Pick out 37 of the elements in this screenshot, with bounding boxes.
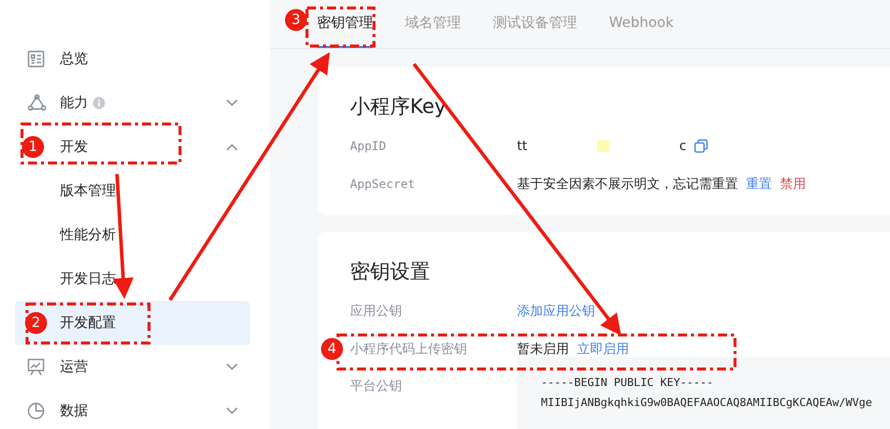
action-link[interactable]: 重置 bbox=[746, 175, 772, 193]
nav-item[interactable]: 开发日志 bbox=[60, 270, 116, 288]
field-label: AppID bbox=[350, 139, 388, 153]
field-label: 应用公钥 bbox=[350, 303, 403, 320]
action-link[interactable]: 添加应用公钥 bbox=[517, 302, 595, 320]
nav-item[interactable]: 运营 bbox=[60, 358, 88, 376]
nav-item[interactable]: 版本管理 bbox=[60, 182, 116, 200]
field-label: 小程序代码上传密钥 bbox=[350, 341, 468, 358]
chevron-icon[interactable] bbox=[226, 143, 238, 151]
field-label: AppSecret bbox=[350, 177, 416, 191]
pie-chart-icon bbox=[27, 402, 45, 420]
tab[interactable]: 密钥管理 bbox=[317, 0, 373, 48]
nav-item[interactable]: 能力 bbox=[60, 94, 88, 112]
list-icon bbox=[27, 50, 45, 68]
network-icon bbox=[27, 94, 47, 112]
copy-icon[interactable] bbox=[694, 139, 708, 153]
chart-board-icon bbox=[27, 358, 45, 376]
public-key-block: -----BEGIN PUBLIC KEY----- MIIBIjANBgkqhkiG9w0BAQEFAAOCAQ8AMIIBCgKCAQEAw/WVge bbox=[517, 357, 890, 429]
nav-item[interactable]: 开发 bbox=[60, 138, 88, 156]
chevron-icon[interactable] bbox=[226, 363, 238, 371]
app-id-value: tt bbox=[517, 138, 528, 154]
field-value: 基于安全因素不展示明文，忘记需重置 bbox=[517, 176, 738, 193]
field-label: 平台公钥 bbox=[350, 378, 403, 396]
nav-item[interactable]: 性能分析 bbox=[60, 226, 116, 244]
field-value: 暂未启用 bbox=[517, 341, 569, 358]
disable-link[interactable]: 禁用 bbox=[780, 175, 806, 193]
highlight-mark bbox=[597, 140, 610, 152]
nav-item[interactable]: 开发配置 bbox=[60, 314, 116, 332]
section-title: 小程序Key bbox=[350, 94, 448, 118]
nav-item[interactable]: 数据 bbox=[60, 402, 88, 420]
app-id-value: c bbox=[679, 138, 686, 154]
action-link[interactable]: 立即启用 bbox=[577, 340, 629, 358]
chevron-icon[interactable] bbox=[226, 99, 238, 107]
section-title: 密钥设置 bbox=[350, 259, 431, 283]
chevron-icon[interactable] bbox=[226, 407, 238, 415]
nav-item[interactable]: 总览 bbox=[60, 50, 88, 68]
callout-box bbox=[306, 6, 376, 48]
